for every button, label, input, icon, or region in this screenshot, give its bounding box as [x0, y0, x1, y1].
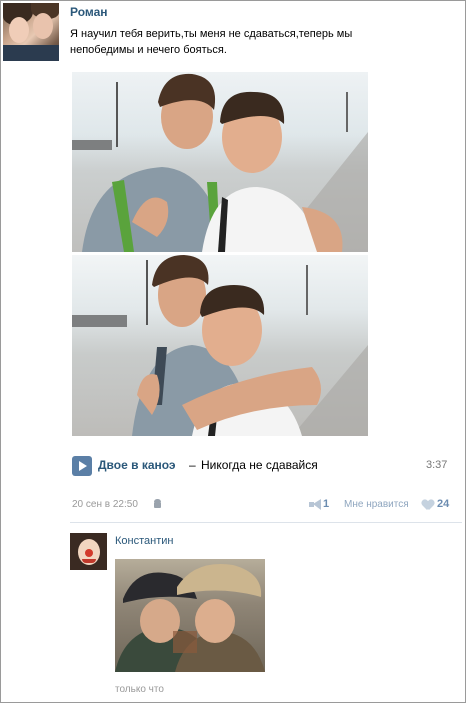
- play-icon[interactable]: [72, 456, 92, 476]
- post-photo-2[interactable]: [72, 255, 368, 436]
- comments-divider: [70, 522, 462, 523]
- post-photo-1[interactable]: [72, 72, 368, 252]
- audio-attachment[interactable]: Двое в каноэ – Никогда не сдавайся 3:37: [72, 456, 462, 476]
- heart-icon[interactable]: [422, 500, 434, 511]
- share-count: 1: [323, 498, 330, 510]
- comment-author-name[interactable]: Константин: [115, 535, 173, 547]
- photo-1-scene: [72, 73, 368, 252]
- android-icon: [153, 499, 162, 509]
- post-text: Я научил тебя верить,ты меня не сдаватьс…: [70, 28, 353, 56]
- like-count: 24: [437, 498, 450, 510]
- post-date[interactable]: 20 сен в 22:50: [72, 499, 138, 510]
- audio-title: Никогда не сдавайся: [201, 458, 318, 472]
- comment-photo-scene: [115, 563, 265, 672]
- post-author-name[interactable]: Роман: [70, 5, 108, 19]
- like-button[interactable]: Мне нравится: [344, 499, 409, 510]
- audio-duration: 3:37: [426, 459, 448, 471]
- comment-author-avatar[interactable]: [70, 533, 107, 570]
- audio-separator: –: [189, 458, 196, 472]
- photo-2-scene: [72, 255, 368, 436]
- comment-timestamp[interactable]: только что: [115, 684, 164, 695]
- comment-photo[interactable]: [115, 559, 265, 672]
- megaphone-icon: [309, 499, 321, 510]
- audio-artist[interactable]: Двое в каноэ: [98, 458, 176, 472]
- author-avatar[interactable]: [3, 3, 59, 61]
